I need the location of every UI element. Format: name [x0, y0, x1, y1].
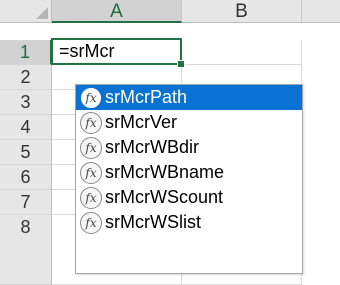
column-header-b[interactable]: B: [182, 0, 302, 23]
row-header-8[interactable]: 8: [0, 215, 52, 285]
autocomplete-item-label: srMcrWScount: [105, 187, 224, 207]
select-all-triangle-icon: [36, 7, 48, 19]
autocomplete-item[interactable]: fx srMcrWBdir: [76, 135, 302, 160]
autocomplete-item-label: srMcrWBname: [105, 162, 225, 182]
function-icon: fx: [80, 211, 102, 234]
row-header-7[interactable]: 7: [0, 190, 52, 215]
autocomplete-item[interactable]: fx srMcrWSlist: [76, 210, 302, 235]
autocomplete-item-label: srMcrWBdir: [105, 137, 199, 157]
function-icon: fx: [80, 86, 102, 109]
autocomplete-item[interactable]: fx srMcrVer: [76, 110, 302, 135]
fill-handle[interactable]: [177, 60, 185, 68]
row-header-3[interactable]: 3: [0, 90, 52, 115]
autocomplete-item-label: srMcrVer: [105, 112, 177, 132]
column-header-c[interactable]: [302, 0, 340, 23]
formula-text: =srMcr: [59, 41, 115, 61]
select-all-corner[interactable]: [0, 0, 52, 23]
autocomplete-item-label: srMcrWSlist: [105, 212, 201, 232]
autocomplete-item-label: srMcrPath: [105, 87, 188, 107]
function-icon: fx: [80, 186, 102, 209]
column-header-a[interactable]: A: [52, 0, 182, 23]
active-cell-a1[interactable]: =srMcr: [51, 38, 182, 65]
function-icon: fx: [80, 111, 102, 134]
autocomplete-item[interactable]: fx srMcrWBname: [76, 160, 302, 185]
row-header-1[interactable]: 1: [0, 40, 52, 65]
row-header-2[interactable]: 2: [0, 65, 52, 90]
row-header-5[interactable]: 5: [0, 140, 52, 165]
function-autocomplete-list[interactable]: fx srMcrPath fx srMcrVer fx srMcrWBdir f…: [75, 84, 303, 274]
autocomplete-item[interactable]: fx srMcrPath: [76, 85, 302, 110]
function-icon: fx: [80, 161, 102, 184]
row-header-4[interactable]: 4: [0, 115, 52, 140]
cell-b1[interactable]: [182, 40, 302, 65]
function-icon: fx: [80, 136, 102, 159]
row-header-6[interactable]: 6: [0, 165, 52, 190]
autocomplete-item[interactable]: fx srMcrWScount: [76, 185, 302, 210]
